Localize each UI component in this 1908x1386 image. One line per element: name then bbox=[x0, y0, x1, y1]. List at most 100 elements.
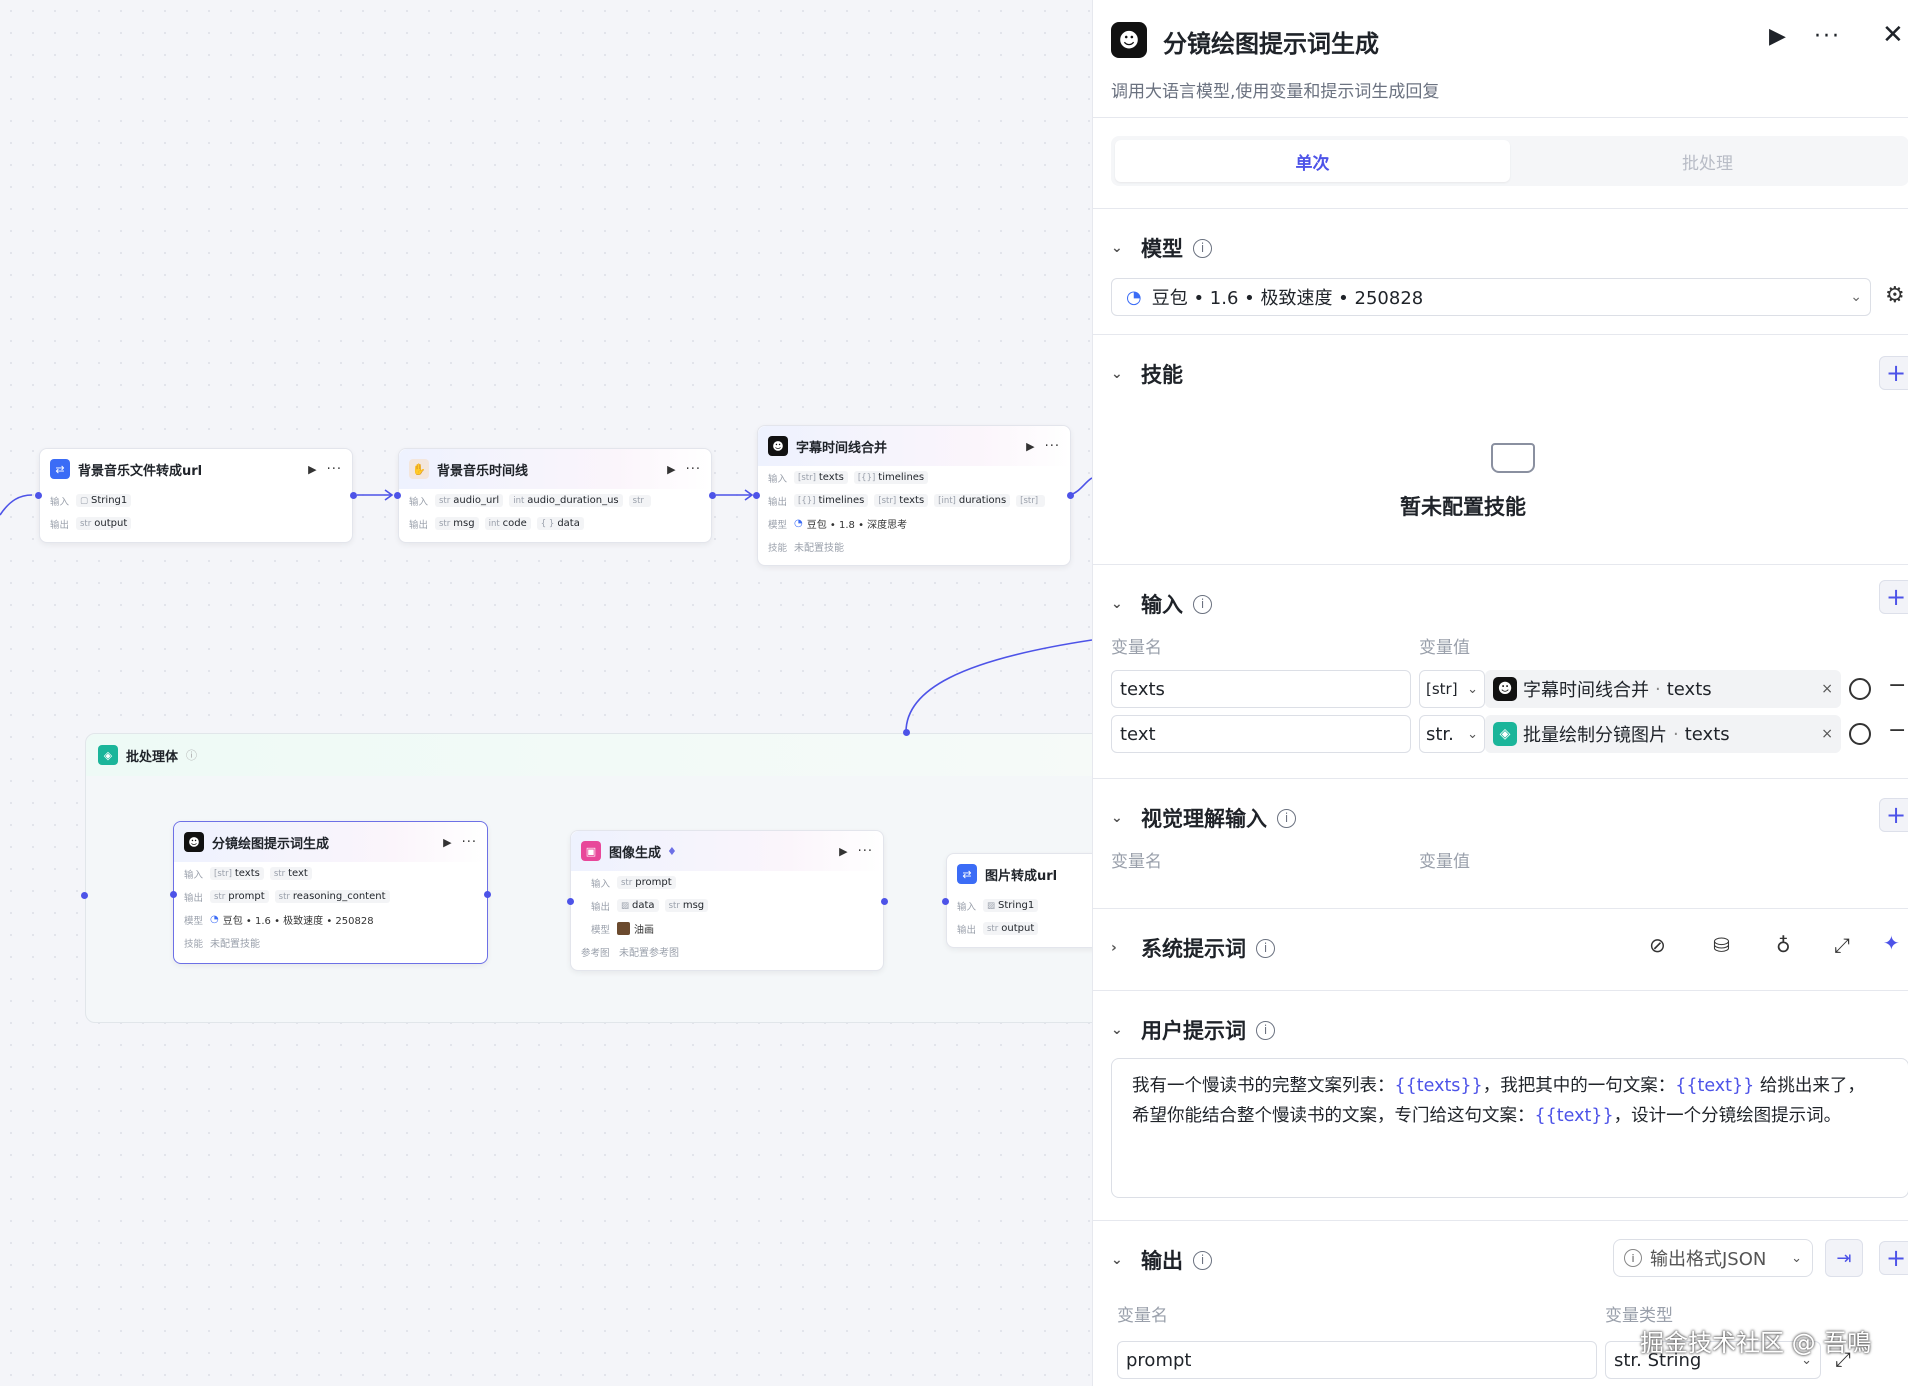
variable-ref-icon[interactable] bbox=[1849, 723, 1871, 745]
chevron-down-icon[interactable]: ⌄ bbox=[1111, 810, 1125, 826]
port[interactable] bbox=[753, 492, 760, 499]
import-icon[interactable]: ⇥ bbox=[1825, 1239, 1863, 1277]
add-skill-button[interactable]: + bbox=[1879, 356, 1908, 390]
output-label: 输出 bbox=[184, 892, 204, 904]
more-icon[interactable]: ··· bbox=[1045, 439, 1060, 454]
add-output-button[interactable]: + bbox=[1879, 1241, 1908, 1275]
node-image-to-url[interactable]: ⇄ 图片转成url 输入 ▨ String1 输出 str output bbox=[946, 853, 1092, 948]
model-select[interactable]: ◔ 豆包 • 1.6 • 极致速度 • 250828 ⌄ bbox=[1111, 278, 1871, 316]
chevron-down-icon[interactable]: ⌄ bbox=[1111, 1022, 1125, 1038]
more-icon[interactable]: ··· bbox=[327, 462, 342, 477]
info-icon[interactable]: i bbox=[1256, 938, 1275, 958]
chip-label: timelines bbox=[818, 495, 865, 506]
chevron-down-icon[interactable]: ⌄ bbox=[1111, 596, 1125, 612]
info-icon[interactable]: i bbox=[1193, 238, 1212, 258]
node-subtitle-merge[interactable]: ☻ 字幕时间线合并 ▶ ··· 输入 [str] texts [{}] timeli… bbox=[757, 425, 1071, 566]
tab-batch[interactable]: 批处理 bbox=[1510, 140, 1905, 182]
user-prompt-editor[interactable]: 我有一个慢读书的完整文案列表：{{texts}}，我把其中的一句文案：{{tex… bbox=[1111, 1058, 1908, 1198]
chevron-down-icon: ⌄ bbox=[1467, 681, 1478, 697]
type-label: str bbox=[278, 891, 290, 902]
remove-input-icon[interactable]: − bbox=[1888, 718, 1906, 743]
compass-icon[interactable]: ⊘ bbox=[1649, 933, 1666, 957]
node-bgm-timeline[interactable]: ✋ 背景音乐时间线 ▶ ··· 输入 str audio_url int audio… bbox=[398, 448, 712, 543]
output-chip: str msg bbox=[435, 517, 479, 530]
port[interactable] bbox=[81, 892, 88, 899]
input-type-select[interactable]: str. ⌄ bbox=[1419, 715, 1485, 753]
clear-icon[interactable]: × bbox=[1821, 726, 1833, 742]
panel-description[interactable]: 调用大语言模型,使用变量和提示词生成回复 bbox=[1111, 77, 1439, 102]
input-ref-tag[interactable]: ◈ 批量绘制分镜图片 · texts × bbox=[1485, 715, 1841, 753]
chevron-down-icon[interactable]: ⌄ bbox=[1111, 240, 1125, 256]
inputs-section: ⌄ 输入 i + 变量名 变量值 texts [str] ⌄ ☻ 字幕时间线合并 · te… bbox=[1093, 564, 1908, 778]
close-icon[interactable]: ✕ bbox=[1882, 20, 1904, 50]
layers-icon: ◈ bbox=[1493, 722, 1517, 746]
node-bgm-to-url[interactable]: ⇄ 背景音乐文件转成url ▶ ··· 输入 ▢ String1 输出 str outp… bbox=[39, 448, 353, 543]
play-icon[interactable]: ▶ bbox=[839, 845, 847, 858]
type-value: [str] bbox=[1426, 680, 1458, 698]
port[interactable] bbox=[709, 492, 716, 499]
input-name-field[interactable]: text bbox=[1111, 715, 1411, 753]
info-icon[interactable]: i bbox=[1277, 808, 1296, 828]
input-label: 输入 bbox=[409, 496, 429, 508]
llm-icon: ☻ bbox=[184, 832, 204, 852]
add-vision-input-button[interactable]: + bbox=[1879, 798, 1908, 832]
info-icon[interactable]: i bbox=[1193, 594, 1212, 614]
chip-label: prompt bbox=[635, 877, 672, 888]
port[interactable] bbox=[567, 898, 574, 905]
library-icon[interactable]: ⛁ bbox=[1713, 933, 1730, 957]
play-icon[interactable]: ▶ bbox=[1769, 24, 1786, 49]
bulb-icon[interactable]: ♁ bbox=[1776, 933, 1791, 957]
info-icon[interactable]: i bbox=[1256, 1020, 1275, 1040]
play-icon[interactable]: ▶ bbox=[308, 463, 316, 476]
info-icon[interactable]: ⓘ bbox=[186, 747, 197, 763]
play-icon[interactable]: ▶ bbox=[1026, 440, 1034, 453]
output-format-select[interactable]: i 输出格式JSON ⌄ bbox=[1613, 1239, 1813, 1277]
node-storyboard-prompt[interactable]: ☻ 分镜绘图提示词生成 ▶ ··· 输入 [str] texts str text … bbox=[173, 821, 488, 964]
type-label: [{}] bbox=[857, 472, 876, 483]
input-name-field[interactable]: texts bbox=[1111, 670, 1411, 708]
chip-label: String1 bbox=[91, 495, 128, 506]
panel-title[interactable]: 分镜绘图提示词生成 bbox=[1163, 24, 1379, 59]
port[interactable] bbox=[903, 729, 910, 736]
add-input-button[interactable]: + bbox=[1879, 580, 1908, 614]
workflow-canvas[interactable]: ⇄ 背景音乐文件转成url ▶ ··· 输入 ▢ String1 输出 str outp… bbox=[0, 0, 1092, 1386]
more-icon[interactable]: ··· bbox=[686, 462, 701, 477]
settings-icon[interactable]: ⚙ bbox=[1885, 283, 1905, 308]
remove-input-icon[interactable]: − bbox=[1888, 673, 1906, 698]
port[interactable] bbox=[170, 891, 177, 898]
play-icon[interactable]: ▶ bbox=[443, 836, 451, 849]
type-label: [str] bbox=[1020, 495, 1039, 506]
port[interactable] bbox=[350, 492, 357, 499]
input-chip: [{}] timelines bbox=[853, 471, 929, 484]
tab-single[interactable]: 单次 bbox=[1115, 140, 1510, 182]
port[interactable] bbox=[942, 898, 949, 905]
output-chip: ▨ data bbox=[617, 899, 659, 912]
chip-label: data bbox=[632, 900, 655, 911]
type-label: str bbox=[621, 877, 633, 888]
more-icon[interactable]: ··· bbox=[462, 835, 477, 850]
port[interactable] bbox=[484, 891, 491, 898]
expand-icon[interactable]: ⤢ bbox=[1834, 933, 1850, 957]
chevron-right-icon[interactable]: › bbox=[1111, 940, 1125, 956]
ai-sparkle-icon[interactable]: ✦ bbox=[1883, 931, 1900, 955]
variable-ref-icon[interactable] bbox=[1849, 678, 1871, 700]
input-type-select[interactable]: [str] ⌄ bbox=[1419, 670, 1485, 708]
clear-icon[interactable]: × bbox=[1821, 681, 1833, 697]
port[interactable] bbox=[1067, 492, 1074, 499]
prompt-text: ，设计一个分镜绘图提示词。 bbox=[1613, 1106, 1842, 1126]
type-value: str. bbox=[1426, 723, 1454, 745]
port[interactable] bbox=[394, 492, 401, 499]
column-header-value: 变量值 bbox=[1419, 638, 1470, 658]
more-icon[interactable]: ··· bbox=[1814, 24, 1841, 49]
info-icon[interactable]: i bbox=[1193, 1250, 1212, 1270]
input-ref-tag[interactable]: ☻ 字幕时间线合并 · texts × bbox=[1485, 670, 1841, 708]
port[interactable] bbox=[881, 898, 888, 905]
chevron-down-icon[interactable]: ⌄ bbox=[1111, 1252, 1125, 1268]
more-icon[interactable]: ··· bbox=[858, 844, 873, 859]
port[interactable] bbox=[35, 492, 42, 499]
output-name-field[interactable]: prompt bbox=[1117, 1341, 1597, 1379]
play-icon[interactable]: ▶ bbox=[667, 463, 675, 476]
node-image-generation[interactable]: ▣ 图像生成 ♦ ▶ ··· 输入 str prompt 输出 ▨ data str… bbox=[570, 830, 884, 971]
type-label: [str] bbox=[214, 868, 232, 879]
chevron-down-icon[interactable]: ⌄ bbox=[1111, 366, 1125, 382]
